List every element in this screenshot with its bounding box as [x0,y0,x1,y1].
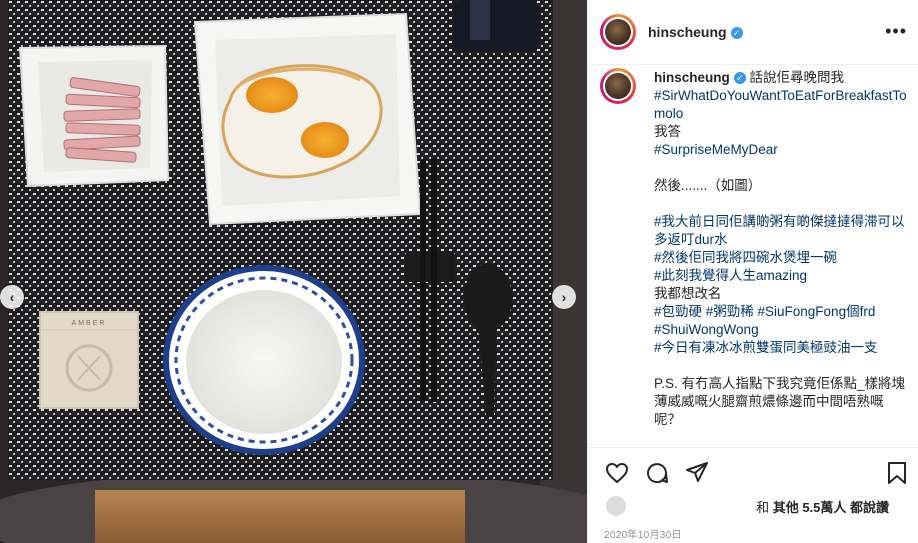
hashtag-link[interactable]: #我大前日同佢講啲粥有啲傑撻撻得滞可以多返叮dur水 [654,214,905,247]
post-actions: 和 其他 5.5萬人 都說讚 2020年10月30日 [588,447,918,543]
like-heart-icon[interactable] [604,460,630,486]
hashtag-link[interactable]: #今日有凍冰冰煎雙蛋同美極豉油一支 [654,340,878,355]
caption-line: hinscheung ✓ 話說佢尋晚問我 [654,69,908,87]
verified-badge-icon: ✓ [730,27,743,40]
caption-line: 然後.......（如圖） [654,177,908,195]
caption-text: 話說佢尋晚問我 [749,70,845,85]
caption-line: 我都想改名 [654,285,908,303]
hashtag-link[interactable]: #SurpriseMeMyDear [654,142,778,157]
author-username-text[interactable]: hinscheung [648,24,727,40]
caption-line: #此刻我覺得人生amazing [654,267,908,285]
post-sidebar: hinscheung ✓ ••• hinscheung ✓ 話說佢尋晚問我 #SirW… [587,0,918,543]
comment-icon[interactable] [644,460,670,486]
caption-line: #ShuiWongWong [654,321,908,339]
author-avatar[interactable] [600,14,636,50]
hashtag-link[interactable]: #此刻我覺得人生amazing [654,268,807,283]
hashtag-link[interactable]: #然後佢同我將四碗水煲埋一碗 [654,250,837,265]
caption-line: P.S. 有冇高人指點下我究竟佢係點_樣將塊薄威威嘅火腿齋煎燶條邊而中間唔熟嘅呢… [654,375,908,429]
caption-text: 我答 [654,124,681,139]
liker-avatar[interactable] [604,494,628,518]
breakfast-photo: AMBER [0,0,587,543]
caption-line [654,357,908,375]
likes-text[interactable]: 其他 5.5萬人 都說讚 [773,500,889,515]
next-photo-button[interactable]: › [552,285,576,309]
caption-text: P.S. 有冇高人指點下我究竟佢係點_樣將塊薄威威嘅火腿齋煎燶條邊而中間唔熟嘅呢… [654,376,906,427]
post-photo[interactable]: AMBER ‹ › [0,0,587,543]
likes-count[interactable]: 和 其他 5.5萬人 都說讚 [756,497,889,516]
hashtag-link[interactable]: #包勁硬 #粥勁稀 #SiuFongFong個frd [654,304,875,319]
caption-line: #然後佢同我將四碗水煲埋一碗 [654,249,908,267]
caption-avatar[interactable] [600,68,636,104]
share-icon[interactable] [684,460,710,486]
caption-text: 我都想改名 [654,286,722,301]
caption-verified-icon: ✓ [733,72,746,85]
hashtag-link[interactable]: #ShuiWongWong [654,322,759,337]
caption-line: #SirWhatDoYouWantToEatForBreakfastTomolo [654,87,908,123]
likes-prefix: 和 [756,500,773,515]
save-bookmark-icon[interactable] [884,460,910,486]
caption-line: #SurpriseMeMyDear [654,141,908,159]
post-date[interactable]: 2020年10月30日 [604,526,682,541]
post-caption: hinscheung ✓ 話說佢尋晚問我 #SirWhatDoYouWantToEa… [654,69,908,429]
amber-box-label: AMBER [72,320,107,327]
caption-username[interactable]: hinscheung [654,70,730,85]
prev-photo-button[interactable]: ‹ [0,285,24,309]
caption-line [654,159,908,177]
more-options-icon[interactable]: ••• [885,22,907,40]
post-header: hinscheung ✓ ••• [588,0,918,65]
caption-line [654,195,908,213]
hashtag-link[interactable]: #SirWhatDoYouWantToEatForBreakfastTomolo [654,88,907,121]
caption-text: 然後.......（如圖） [654,178,762,193]
caption-line: #包勁硬 #粥勁稀 #SiuFongFong個frd [654,303,908,321]
caption-line: 我答 [654,123,908,141]
caption-line: #今日有凍冰冰煎雙蛋同美極豉油一支 [654,339,908,357]
author-username[interactable]: hinscheung ✓ [648,24,743,40]
caption-line: #我大前日同佢講啲粥有啲傑撻撻得滞可以多返叮dur水 [654,213,908,249]
